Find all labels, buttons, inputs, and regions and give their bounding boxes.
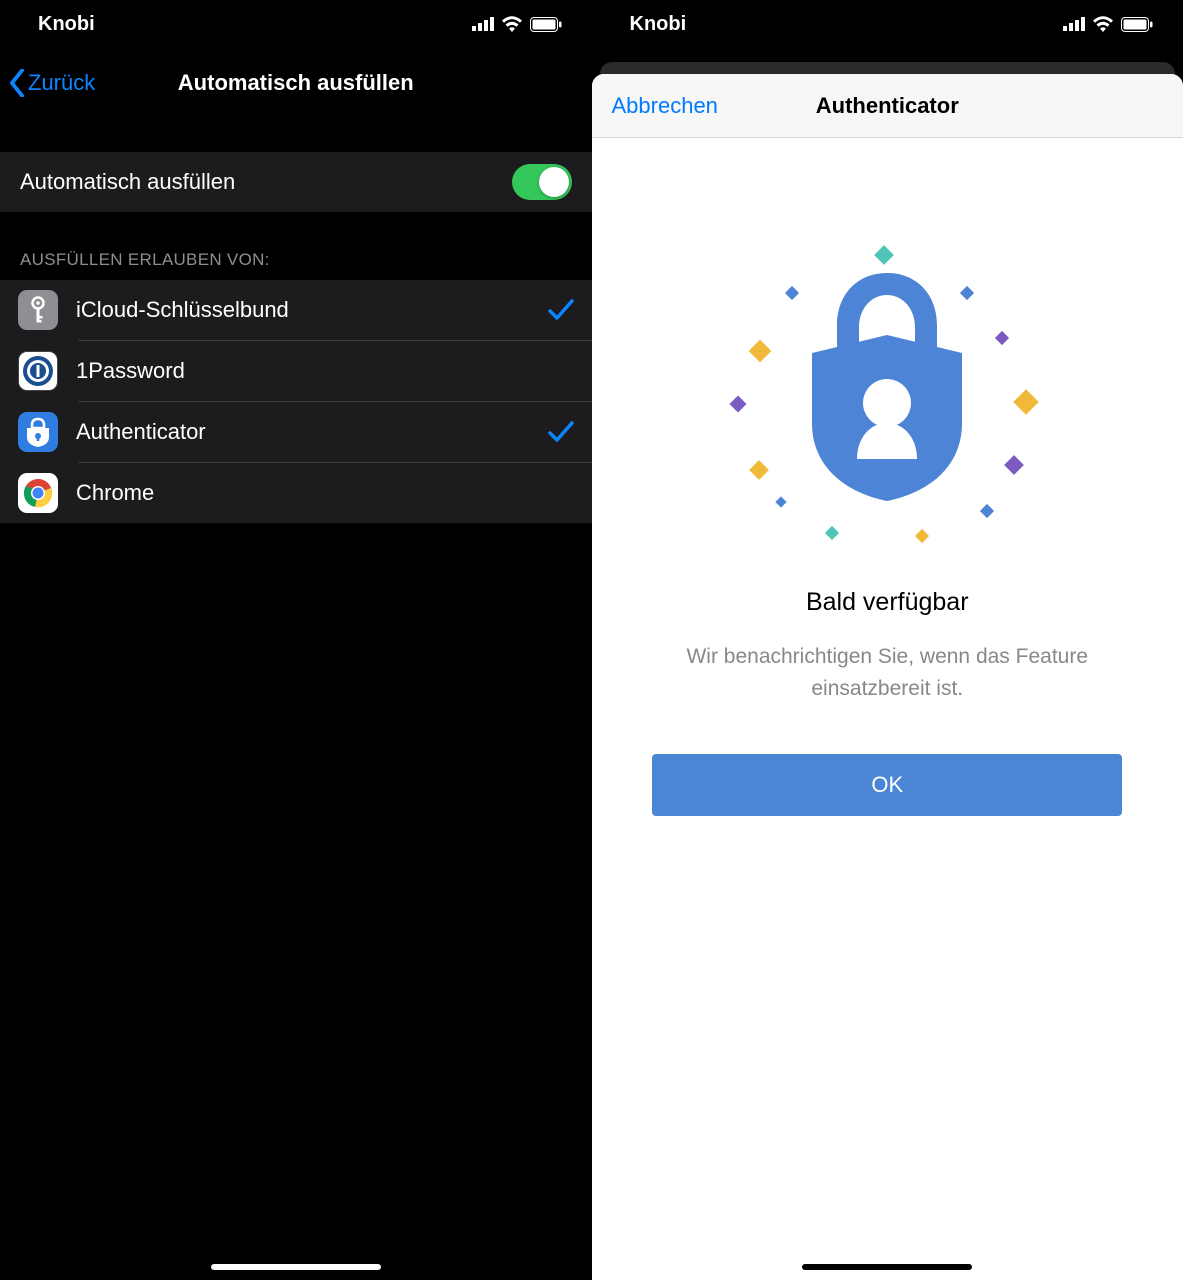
modal-title: Authenticator <box>816 93 959 119</box>
provider-label: iCloud-Schlüsselbund <box>76 297 548 323</box>
nav-bar: Zurück Automatisch ausfüllen <box>0 48 592 104</box>
modal-header: Abbrechen Authenticator <box>592 74 1183 138</box>
back-button[interactable]: Zurück <box>8 69 95 97</box>
modal-backdrop: Abbrechen Authenticator <box>592 62 1183 1280</box>
cellular-icon <box>472 17 494 31</box>
status-indicators <box>472 16 562 32</box>
coming-soon-description: Wir benachrichtigen Sie, wenn das Featur… <box>677 641 1097 704</box>
coming-soon-illustration <box>727 238 1047 558</box>
chevron-left-icon <box>8 69 26 97</box>
phone-authenticator-modal: Knobi Abbrechen Authenticator <box>592 0 1183 1280</box>
home-indicator[interactable] <box>802 1264 972 1270</box>
lock-shield-icon <box>787 263 987 503</box>
coming-soon-title: Bald verfügbar <box>806 588 969 617</box>
back-label: Zurück <box>28 70 95 96</box>
battery-icon <box>530 17 562 32</box>
onepassword-icon <box>18 351 58 391</box>
autofill-toggle-group: Automatisch ausfüllen <box>0 152 592 212</box>
phone-settings-screen: Knobi Zurück Automatisch ausfüllen Autom… <box>0 0 592 1280</box>
provider-label: Chrome <box>76 480 574 506</box>
providers-section-header: AUSFÜLLEN ERLAUBEN VON: <box>0 212 592 280</box>
provider-row-authenticator[interactable]: Authenticator <box>78 401 592 462</box>
authenticator-icon <box>18 412 58 452</box>
carrier-label: Knobi <box>630 13 687 36</box>
checkmark-icon <box>548 421 574 443</box>
provider-row-icloud[interactable]: iCloud-Schlüsselbund <box>0 280 592 340</box>
provider-row-1password[interactable]: 1Password <box>78 340 592 401</box>
settings-content: Automatisch ausfüllen AUSFÜLLEN ERLAUBEN… <box>0 104 592 1280</box>
home-indicator[interactable] <box>211 1264 381 1270</box>
key-icon <box>18 290 58 330</box>
modal-card: Abbrechen Authenticator <box>592 74 1183 1280</box>
provider-row-chrome[interactable]: Chrome <box>78 462 592 523</box>
checkmark-icon <box>548 299 574 321</box>
status-bar: Knobi <box>0 0 592 48</box>
autofill-toggle-row[interactable]: Automatisch ausfüllen <box>0 152 592 212</box>
provider-label: 1Password <box>76 358 574 384</box>
chrome-icon <box>18 473 58 513</box>
modal-body: Bald verfügbar Wir benachrichtigen Sie, … <box>592 138 1183 1280</box>
autofill-toggle[interactable] <box>512 164 572 200</box>
cellular-icon <box>1063 17 1085 31</box>
battery-icon <box>1121 17 1153 32</box>
autofill-toggle-label: Automatisch ausfüllen <box>20 169 512 195</box>
status-indicators <box>1063 16 1153 32</box>
page-title: Automatisch ausfüllen <box>178 70 414 96</box>
providers-list: iCloud-Schlüsselbund 1Password <box>0 280 592 523</box>
wifi-icon <box>1092 16 1114 32</box>
carrier-label: Knobi <box>38 13 95 36</box>
wifi-icon <box>501 16 523 32</box>
cancel-button[interactable]: Abbrechen <box>612 93 718 119</box>
status-bar: Knobi <box>592 0 1183 48</box>
provider-label: Authenticator <box>76 419 548 445</box>
ok-button[interactable]: OK <box>652 754 1122 816</box>
